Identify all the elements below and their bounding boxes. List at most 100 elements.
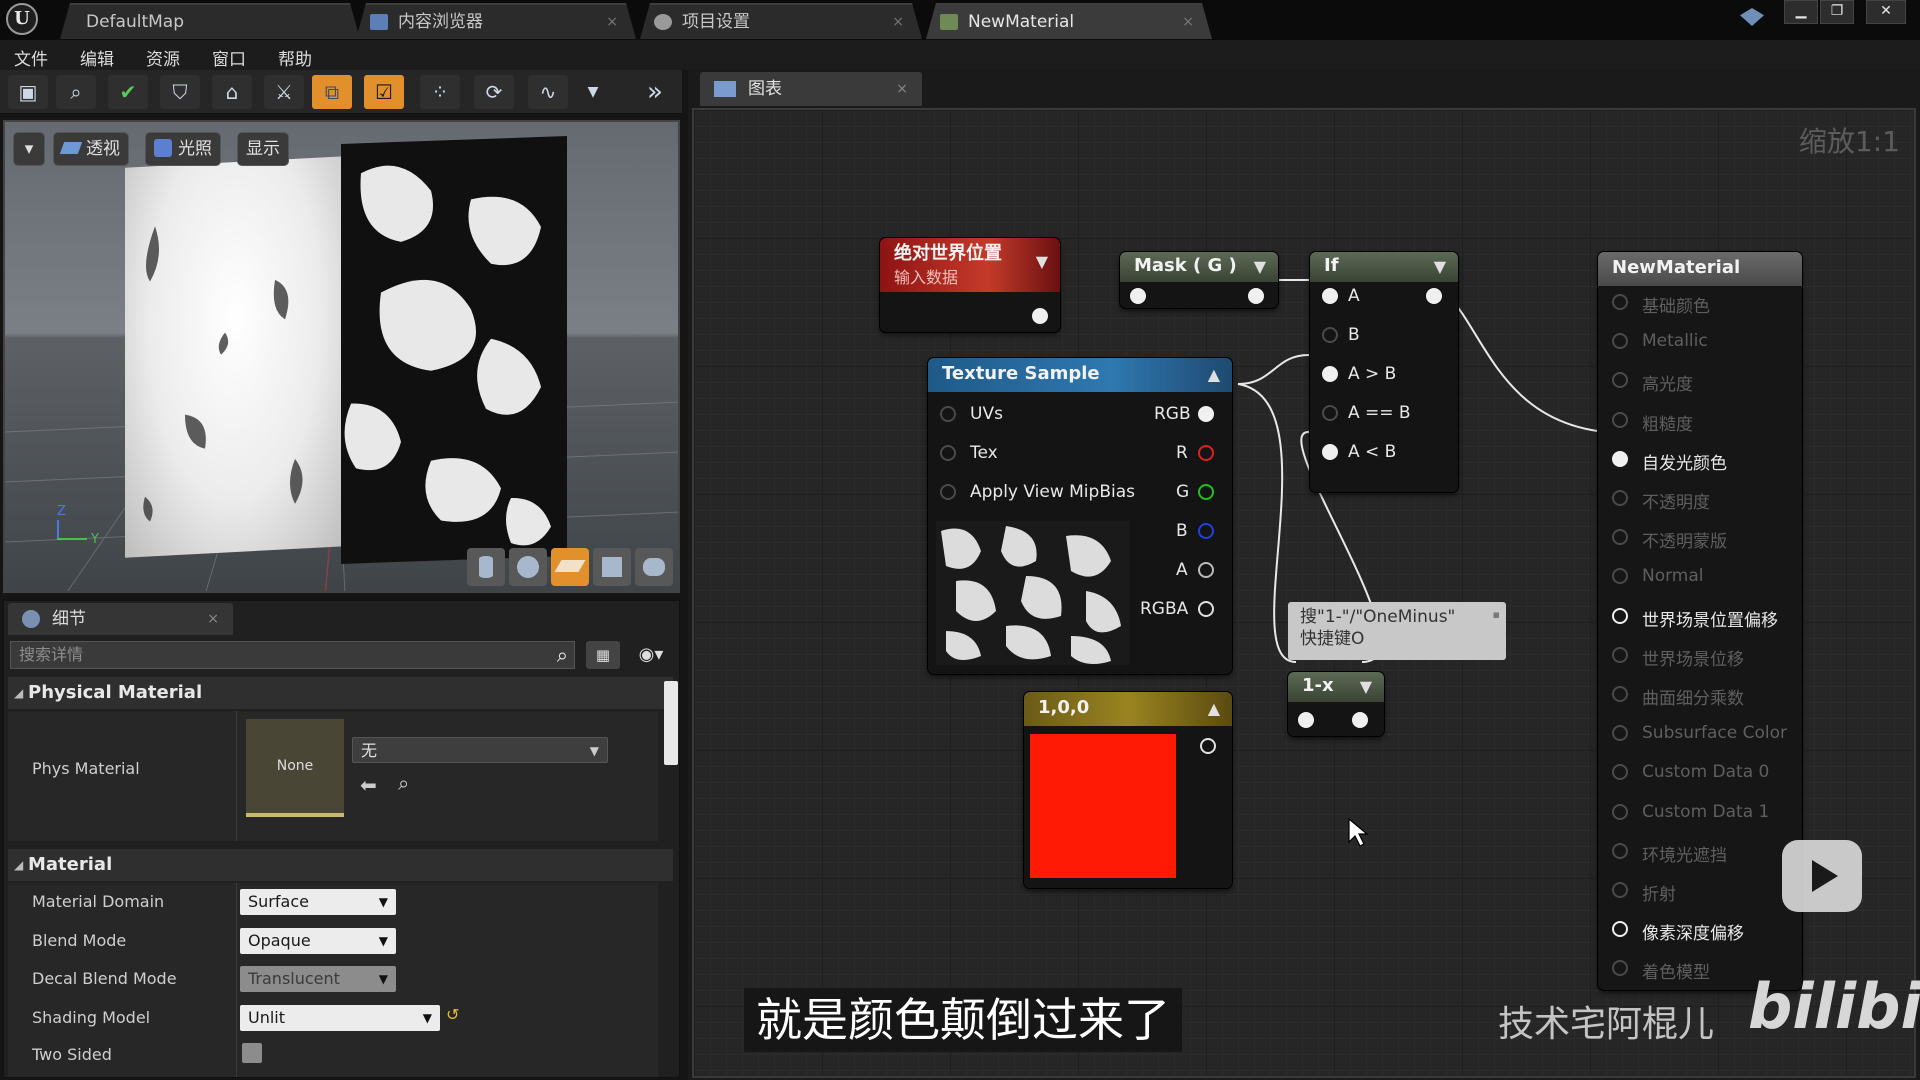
maximize-button[interactable]: ❐ [1820, 0, 1854, 24]
close-icon[interactable]: × [1182, 5, 1194, 39]
phys-material-thumbnail[interactable]: None [246, 719, 344, 817]
output-pin[interactable] [1200, 738, 1216, 754]
physical-material-section[interactable]: ◢ Physical Material [8, 677, 673, 709]
close-window-button[interactable]: ✕ [1866, 0, 1906, 24]
node-constant-vector[interactable]: 1,0,0 ▲ [1024, 692, 1232, 888]
result-input-pin[interactable] [1612, 803, 1628, 820]
tab-content-browser[interactable]: 内容浏览器 × [356, 3, 636, 39]
result-input-pin[interactable] [1612, 568, 1628, 585]
stats-button[interactable]: ∿ [528, 75, 568, 109]
pin-a[interactable] [1198, 562, 1214, 578]
live-preview-button[interactable]: ☑ [364, 75, 404, 109]
node-collapse-icon[interactable]: ▼ [1254, 253, 1266, 281]
reset-to-default-icon[interactable]: ↺ [446, 1005, 459, 1024]
node-result-material[interactable]: NewMaterial 基础颜色 Metallic 高光度 粗糙度 自发光颜色 不透明度不… [1598, 252, 1802, 990]
viewport-options-dropdown[interactable]: ▾ [13, 132, 45, 166]
apply-button[interactable]: ✔ [108, 75, 148, 109]
pin-tooltip-icon[interactable]: ▪ [1493, 604, 1500, 626]
node-absolute-world-position[interactable]: 绝对世界位置 输入数据 ▼ [880, 238, 1060, 332]
save-button[interactable]: ▣ [8, 75, 48, 109]
close-icon[interactable]: × [606, 5, 618, 39]
use-selected-arrow-icon[interactable]: ⬅ [360, 773, 377, 797]
material-section[interactable]: ◢ Material [8, 849, 673, 881]
close-icon[interactable]: × [892, 5, 904, 39]
phys-material-combo[interactable]: 无 ▼ [352, 737, 608, 763]
home-button[interactable]: ⌂ [212, 75, 252, 109]
menu-edit[interactable]: 编辑 [80, 45, 114, 70]
graph-tab[interactable]: 图表 × [700, 72, 922, 106]
perspective-button[interactable]: 透视 [53, 132, 129, 166]
clean-up-button[interactable]: ⚔ [264, 75, 304, 109]
two-sided-checkbox[interactable] [242, 1043, 262, 1063]
unreal-logo-icon[interactable]: U [6, 3, 38, 35]
result-input-pin[interactable] [1612, 411, 1628, 428]
result-input-pin[interactable] [1612, 607, 1628, 624]
menu-file[interactable]: 文件 [14, 45, 48, 70]
node-if[interactable]: If ▼ A B A > B A == B A < B [1310, 252, 1458, 492]
pin-b[interactable] [1198, 523, 1214, 539]
output-pin[interactable] [1426, 288, 1442, 304]
output-pin[interactable] [1248, 288, 1264, 304]
result-input-pin[interactable] [1612, 764, 1628, 781]
input-pin[interactable] [1130, 288, 1146, 304]
node-collapse-icon[interactable]: ▲ [1208, 693, 1220, 725]
result-input-pin[interactable] [1612, 842, 1628, 859]
node-collapse-icon[interactable]: ▲ [1208, 359, 1220, 391]
output-pin[interactable] [1352, 712, 1368, 728]
details-scrollbar[interactable] [664, 681, 678, 765]
pin-a-gt-b[interactable] [1322, 366, 1338, 382]
pin-a-eq-b[interactable] [1322, 405, 1338, 421]
blend-mode-combo[interactable]: Opaque ▼ [240, 928, 396, 954]
details-tab[interactable]: 细节 × [8, 603, 233, 635]
node-one-minus[interactable]: 1-x ▼ [1288, 672, 1384, 736]
result-input-pin[interactable] [1612, 686, 1628, 702]
material-domain-combo[interactable]: Surface ▼ [240, 889, 396, 915]
result-input-pin[interactable] [1612, 490, 1628, 506]
result-input-pin[interactable] [1612, 294, 1628, 310]
result-input-pin[interactable] [1612, 646, 1628, 663]
node-collapse-icon[interactable]: ▼ [1434, 253, 1446, 281]
toolbar-expand-button[interactable]: » [640, 75, 670, 109]
shading-model-combo[interactable]: Unlit ▼ [240, 1005, 440, 1031]
tab-project-settings[interactable]: 项目设置 × [640, 3, 922, 39]
property-matrix-button[interactable]: ▦ [586, 641, 620, 669]
preview-viewport[interactable]: ▾ 透视 光照 显示 Z Y [3, 120, 680, 593]
plane-button[interactable] [551, 548, 589, 586]
output-pin[interactable] [1032, 308, 1048, 324]
result-input-pin[interactable] [1612, 725, 1628, 742]
menu-window[interactable]: 窗口 [212, 45, 246, 70]
lighting-button[interactable]: 光照 [145, 132, 221, 166]
search-nodes-button[interactable]: ⛉ [160, 75, 200, 109]
connectors-button[interactable]: ⧉ [312, 75, 352, 109]
decal-blend-mode-combo[interactable]: Translucent ▼ [240, 966, 396, 992]
pin-a-lt-b[interactable] [1322, 444, 1338, 460]
input-pin[interactable] [1298, 712, 1314, 728]
result-input-pin[interactable] [1612, 529, 1628, 546]
tab-new-material[interactable]: NewMaterial × [926, 3, 1212, 39]
pin-r[interactable] [1198, 445, 1214, 461]
node-collapse-icon[interactable]: ▼ [1036, 250, 1048, 274]
live-nodes-button[interactable]: ⁘ [420, 75, 460, 109]
result-input-pin[interactable] [1612, 333, 1628, 350]
pin-tex[interactable] [940, 445, 956, 461]
pin-rgba[interactable] [1198, 601, 1214, 617]
result-input-pin[interactable] [1612, 921, 1628, 938]
show-button[interactable]: 显示 [237, 132, 289, 166]
menu-help[interactable]: 帮助 [278, 45, 312, 70]
details-search-input[interactable]: 搜索详情 ⌕ [10, 641, 575, 669]
video-play-badge[interactable] [1782, 840, 1862, 912]
pin-apply-view-mipbias[interactable] [940, 484, 956, 500]
browse-search-icon[interactable]: ⌕ [398, 771, 409, 795]
node-mask-g[interactable]: Mask ( G ) ▼ [1120, 252, 1278, 308]
node-collapse-icon[interactable]: ▼ [1360, 673, 1372, 701]
result-input-pin[interactable] [1612, 450, 1628, 467]
pin-g[interactable] [1198, 484, 1214, 500]
live-update-button[interactable]: ⟳ [474, 75, 514, 109]
browse-button[interactable]: ⌕ [56, 75, 96, 109]
result-input-pin[interactable] [1612, 372, 1628, 389]
result-input-pin[interactable] [1612, 960, 1628, 977]
source-control-icon[interactable] [1740, 8, 1764, 26]
sphere-button[interactable] [509, 548, 547, 586]
menu-asset[interactable]: 资源 [146, 45, 180, 70]
cube-button[interactable] [593, 548, 631, 586]
